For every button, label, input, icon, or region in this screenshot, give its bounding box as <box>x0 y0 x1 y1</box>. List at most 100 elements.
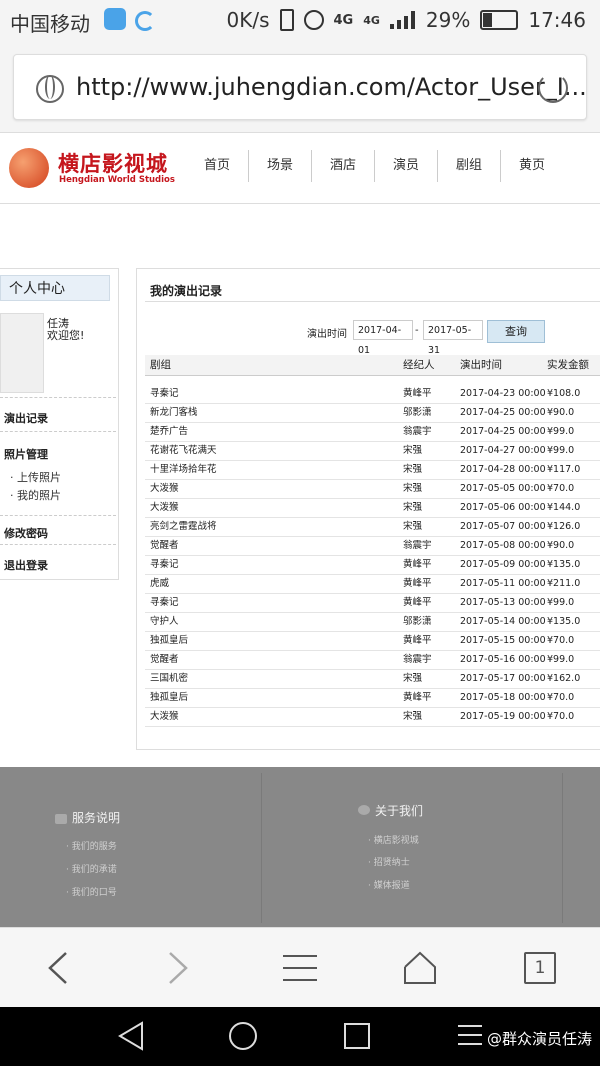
cell-amount: ¥70.0 <box>547 635 575 646</box>
table-row: 十里洋场拾年花 宋强 2017-04-28 00:00 ¥117.0 <box>145 460 600 480</box>
footer-link-careers[interactable]: · 招贤纳士 <box>368 855 410 868</box>
cell-crew: 寻秦记 <box>150 597 179 608</box>
cell-time: 2017-05-11 00:00 <box>460 578 546 589</box>
cell-time: 2017-04-25 00:00 <box>460 407 546 418</box>
home-icon <box>404 951 436 984</box>
footer-link-label: 横店影视城 <box>373 836 419 846</box>
browser-bottom-bar: 1 <box>0 927 600 1008</box>
menu-icon <box>283 955 317 981</box>
forward-button[interactable] <box>138 928 218 1008</box>
cell-time: 2017-05-06 00:00 <box>460 502 546 513</box>
cell-crew: 虎威 <box>150 578 170 589</box>
people-icon <box>358 805 370 815</box>
nav-home[interactable]: 首页 <box>186 150 248 182</box>
site-logo-cn[interactable]: 横店影视城 <box>58 148 168 178</box>
divider <box>0 397 116 398</box>
column-header-amount: 实发金额 <box>547 359 589 371</box>
cell-crew: 觉醒者 <box>150 540 179 551</box>
cell-amount: ¥99.0 <box>547 654 575 665</box>
footer-link-label: 我们的口号 <box>71 888 117 898</box>
system-recents-icon[interactable] <box>342 1021 372 1051</box>
sidebar-item-my-photos[interactable]: · 我的照片 <box>10 487 61 503</box>
tab-count: 1 <box>534 958 546 978</box>
cell-crew: 大泼猴 <box>150 502 179 513</box>
cell-time: 2017-05-13 00:00 <box>460 597 546 608</box>
cell-time: 2017-05-19 00:00 <box>460 711 546 722</box>
sidebar-item-change-password[interactable]: 修改密码 <box>4 525 48 541</box>
menu-button[interactable] <box>260 928 340 1008</box>
address-bar[interactable]: http://www.juhengdian.com/Actor_User_I..… <box>13 54 587 120</box>
table-row: 独孤皇后 黄峰平 2017-05-15 00:00 ¥70.0 <box>145 631 600 651</box>
url-text[interactable]: http://www.juhengdian.com/Actor_User_I..… <box>76 73 587 101</box>
nav-hotels[interactable]: 酒店 <box>311 150 374 182</box>
cell-agent: 宋强 <box>403 464 423 475</box>
cell-amount: ¥211.0 <box>547 578 581 589</box>
table-row: 独孤皇后 黄峰平 2017-05-18 00:00 ¥70.0 <box>145 688 600 708</box>
date-from-input[interactable]: 2017-04-01 <box>353 320 413 356</box>
table-row: 觉醒者 翁震宇 2017-05-16 00:00 ¥99.0 <box>145 650 600 670</box>
cell-time: 2017-04-27 00:00 <box>460 445 546 456</box>
cell-crew: 花谢花飞花满天 <box>150 445 217 456</box>
cell-time: 2017-05-15 00:00 <box>460 635 546 646</box>
query-button[interactable]: 查询 <box>487 320 545 343</box>
cell-time: 2017-05-08 00:00 <box>460 540 546 551</box>
system-home-icon[interactable] <box>228 1021 258 1051</box>
system-back-icon[interactable] <box>116 1021 146 1051</box>
footer-link-our-services[interactable]: · 我们的服务 <box>66 839 117 852</box>
site-logo-icon[interactable] <box>9 148 49 188</box>
date-to-input[interactable]: 2017-05-31 <box>423 320 483 356</box>
tab-count-icon: 1 <box>524 952 556 984</box>
cell-amount: ¥99.0 <box>547 426 575 437</box>
sidebar-item-performance-records[interactable]: 演出记录 <box>4 410 48 426</box>
footer-link-our-promise[interactable]: · 我们的承诺 <box>66 862 117 875</box>
nav-yellow-pages[interactable]: 黄页 <box>500 150 563 182</box>
site-footer: 服务说明 · 我们的服务 · 我们的承诺 · 我们的口号 关于我们 · 横店影视… <box>0 767 600 927</box>
sidebar-item-logout[interactable]: 退出登录 <box>4 557 48 573</box>
network-speed: 0K/s <box>226 8 270 32</box>
sidebar-item-photo-management[interactable]: 照片管理 <box>4 446 48 462</box>
cell-crew: 楚乔广告 <box>150 426 189 437</box>
cell-amount: ¥90.0 <box>547 540 575 551</box>
back-button[interactable] <box>18 928 98 1008</box>
cell-time: 2017-05-07 00:00 <box>460 521 546 532</box>
sidebar-item-label: 我的照片 <box>17 489 61 502</box>
footer-link-label: 媒体报道 <box>373 881 410 891</box>
nav-crews[interactable]: 剧组 <box>437 150 500 182</box>
cell-agent: 宋强 <box>403 673 423 684</box>
footer-link-media[interactable]: · 媒体报道 <box>368 878 410 891</box>
cell-agent: 宋强 <box>403 502 423 513</box>
tabs-button[interactable]: 1 <box>500 928 580 1008</box>
system-menu-icon[interactable] <box>458 1021 482 1051</box>
cell-amount: ¥162.0 <box>547 673 581 684</box>
table-header: 剧组 经纪人 演出时间 实发金额 <box>145 355 600 376</box>
carrier-name: 中国移动 <box>10 12 90 36</box>
cell-amount: ¥135.0 <box>547 616 581 627</box>
footer-link-hengdian[interactable]: · 横店影视城 <box>368 833 419 846</box>
nav-actors[interactable]: 演员 <box>374 150 437 182</box>
site-logo-en[interactable]: Hengdian World Studios <box>59 175 175 185</box>
avatar <box>0 313 44 393</box>
cell-amount: ¥135.0 <box>547 559 581 570</box>
welcome-text: 欢迎您! <box>47 329 85 342</box>
sidebar-item-upload-photos[interactable]: · 上传照片 <box>10 469 61 485</box>
performance-records-panel: 我的演出记录 演出时间 2017-04-01 - 2017-05-31 查询 剧… <box>136 268 600 750</box>
cell-agent: 黄峰平 <box>403 388 432 399</box>
cell-amount: ¥90.0 <box>547 407 575 418</box>
table-row: 寻秦记 黄峰平 2017-04-23 00:00 ¥108.0 <box>145 384 600 404</box>
cell-amount: ¥99.0 <box>547 445 575 456</box>
hd-call-icon <box>104 8 126 30</box>
cell-amount: ¥108.0 <box>547 388 581 399</box>
home-button[interactable] <box>380 928 460 1008</box>
cell-crew: 亮剑之雷霆战将 <box>150 521 217 532</box>
cell-crew: 守护人 <box>150 616 179 627</box>
cell-crew: 十里洋场拾年花 <box>150 464 217 475</box>
reload-icon[interactable] <box>538 73 568 103</box>
page-title: 我的演出记录 <box>150 284 223 298</box>
footer-link-our-slogan[interactable]: · 我们的口号 <box>66 885 117 898</box>
cell-crew: 独孤皇后 <box>150 635 189 646</box>
nav-scenes[interactable]: 场景 <box>248 150 311 182</box>
sidebar-title: 个人中心 <box>0 275 110 301</box>
cell-amount: ¥70.0 <box>547 483 575 494</box>
table-row: 新龙门客栈 邬影潇 2017-04-25 00:00 ¥90.0 <box>145 403 600 423</box>
column-header-crew: 剧组 <box>150 359 171 371</box>
